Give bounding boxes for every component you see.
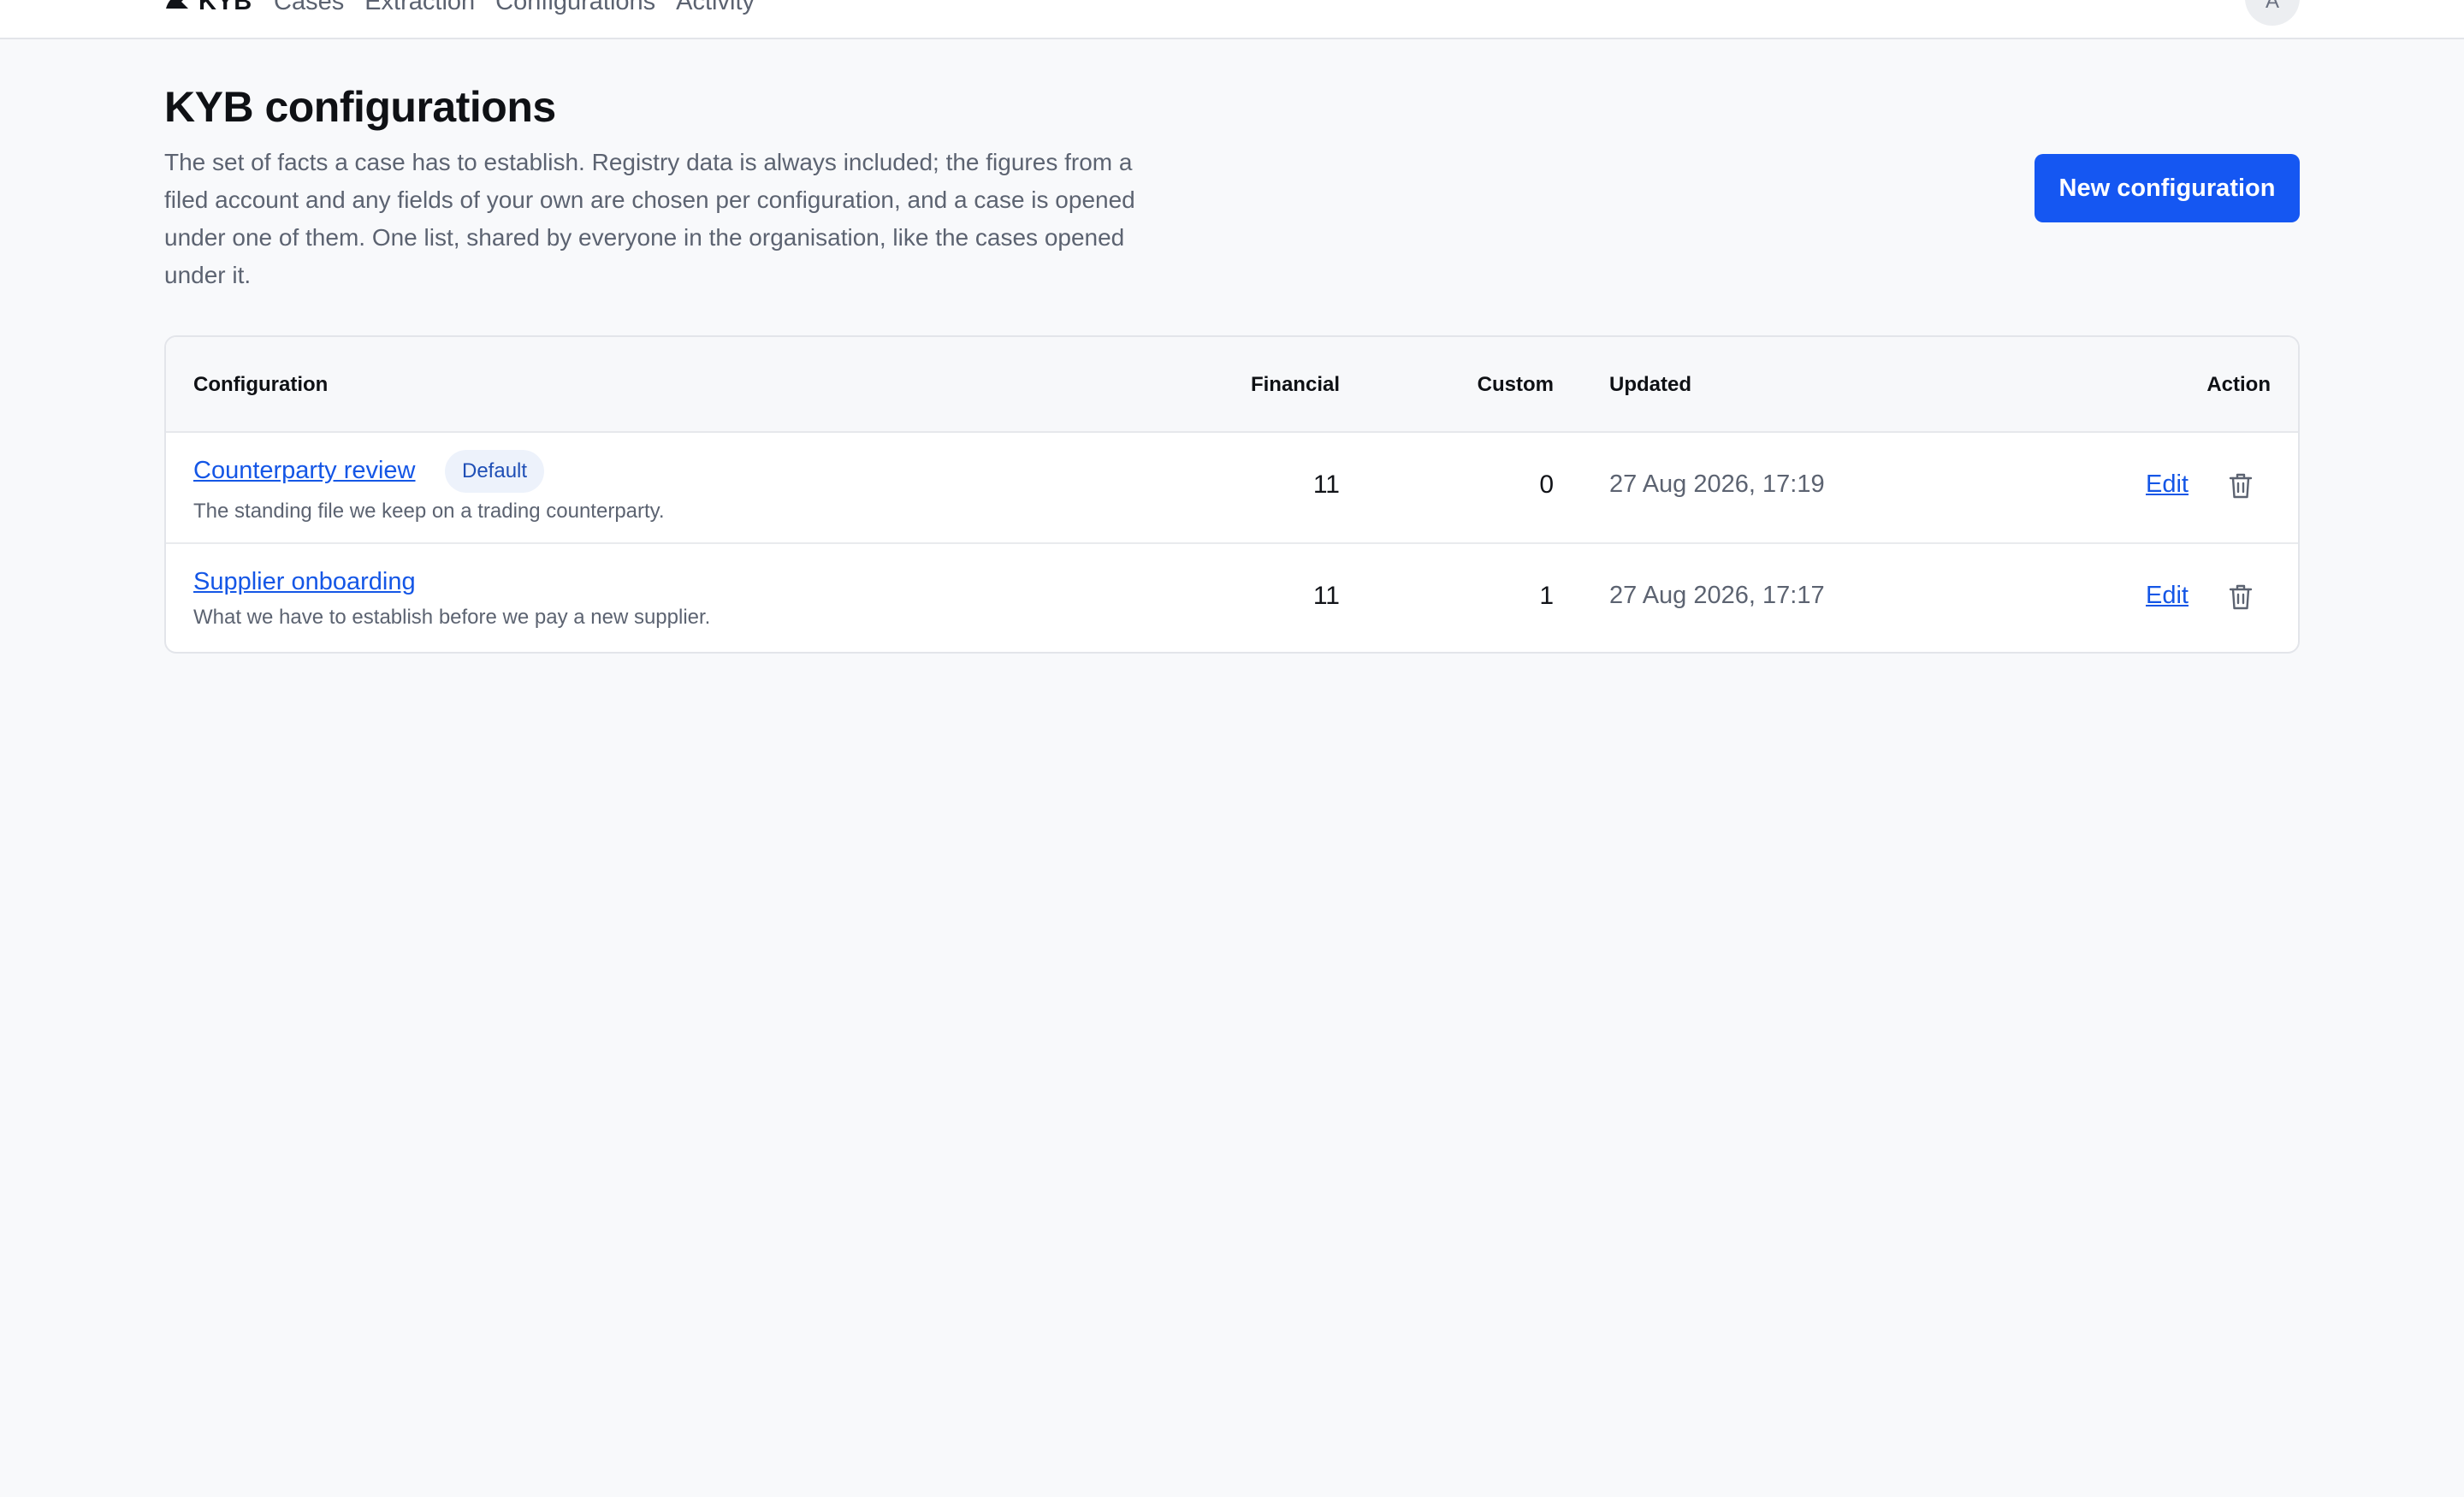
nav-item-cases[interactable]: Cases	[274, 0, 344, 16]
custom-count: 0	[1539, 470, 1554, 499]
nav-item-configurations[interactable]: Configurations	[495, 0, 655, 16]
financial-count: 11	[1312, 582, 1340, 610]
trash-icon[interactable]	[2228, 472, 2254, 500]
page-description: The set of facts a case has to establish…	[164, 149, 1135, 288]
edit-link[interactable]: Edit	[2146, 470, 2189, 499]
kyb-logo-icon	[166, 0, 188, 9]
nav-item-extraction[interactable]: Extraction	[364, 0, 475, 16]
column-header-configuration: Configuration	[193, 373, 329, 396]
updated-timestamp: 27 Aug 2026, 17:17	[1609, 582, 1825, 609]
edit-link[interactable]: Edit	[2146, 582, 2189, 610]
trash-icon[interactable]	[2228, 583, 2254, 611]
avatar[interactable]: A	[2245, 0, 2300, 26]
brand[interactable]: KYB	[164, 0, 252, 15]
updated-timestamp: 27 Aug 2026, 17:19	[1609, 470, 1825, 498]
custom-count: 1	[1539, 582, 1554, 610]
configuration-description: The standing file we keep on a trading c…	[193, 500, 665, 523]
configuration-name-link[interactable]: Supplier onboarding	[193, 568, 416, 596]
main-nav: Cases Extraction Configurations Activity	[274, 0, 775, 16]
table-row: Counterparty review Default The standing…	[166, 433, 2298, 542]
configuration-name-link[interactable]: Counterparty review	[193, 457, 416, 485]
page-title: KYB configurations	[164, 83, 556, 131]
table-header: Configuration Financial Custom Updated A…	[166, 337, 2298, 433]
top-nav: KYB Cases Extraction Configurations Acti…	[0, 0, 2464, 39]
configurations-table: Configuration Financial Custom Updated A…	[164, 335, 2300, 654]
column-header-financial: Financial	[1250, 373, 1340, 396]
new-configuration-button[interactable]: New configuration	[2035, 154, 2300, 222]
nav-item-activity[interactable]: Activity	[676, 0, 755, 16]
column-header-updated: Updated	[1609, 373, 1691, 396]
default-badge: Default	[445, 450, 545, 493]
brand-name: KYB	[198, 0, 252, 15]
column-header-action: Action	[2206, 373, 2271, 396]
table-row: Supplier onboarding What we have to esta…	[166, 542, 2298, 652]
column-header-custom: Custom	[1477, 373, 1554, 396]
configuration-description: What we have to establish before we pay …	[193, 606, 711, 629]
financial-count: 11	[1312, 470, 1340, 499]
